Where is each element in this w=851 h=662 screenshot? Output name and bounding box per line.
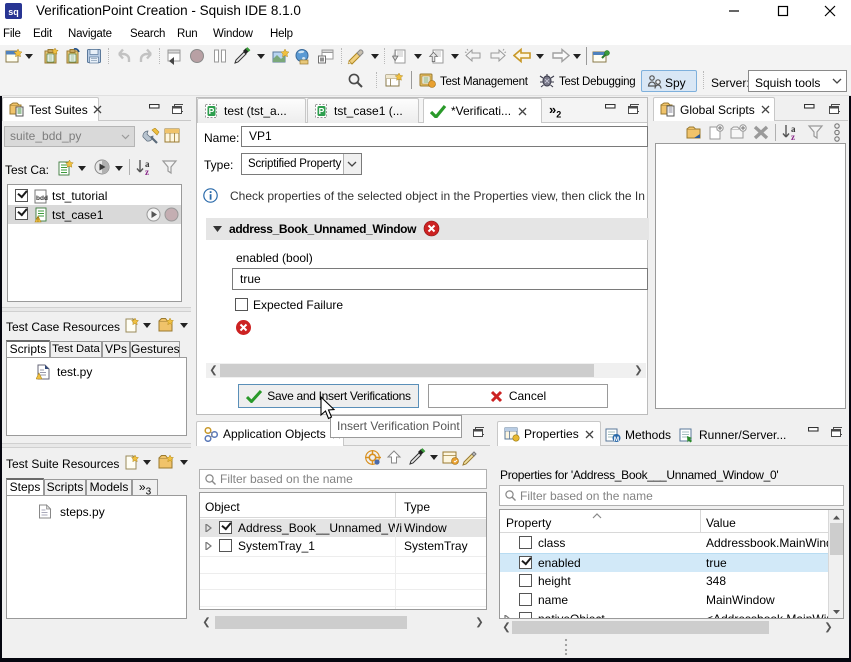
svg-text:P: P xyxy=(319,106,325,116)
svg-text:z: z xyxy=(145,167,149,177)
svg-text:bdd: bdd xyxy=(36,195,48,202)
svg-text:M: M xyxy=(614,436,619,443)
svg-text:z: z xyxy=(791,132,795,142)
svg-text:P: P xyxy=(209,106,215,116)
svg-text:!: ! xyxy=(37,218,39,224)
svg-text:sq: sq xyxy=(8,7,19,17)
